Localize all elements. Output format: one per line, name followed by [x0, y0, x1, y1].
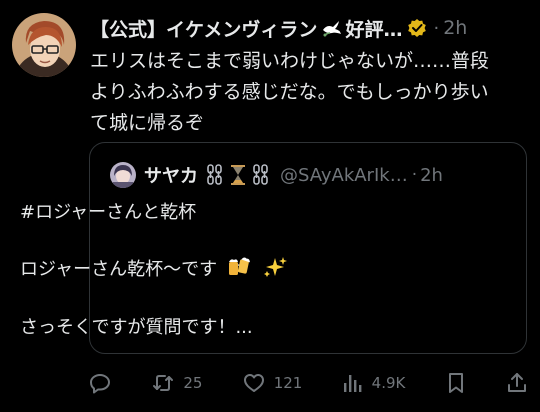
share-icon	[508, 373, 526, 392]
quoted-tweet-line-1: #ロジャーさんと乾杯	[20, 202, 197, 223]
reply-icon	[90, 374, 110, 394]
quoted-name-decorations	[206, 164, 270, 186]
heart-icon	[243, 374, 264, 392]
author-name-suffix[interactable]: 好評…	[345, 15, 402, 42]
views-bar-chart-icon	[343, 375, 362, 392]
reply-button[interactable]	[88, 371, 112, 395]
quoted-tweet-line-2: ロジャーさん乾杯〜です	[20, 255, 287, 281]
quoted-author-name: サヤカ	[144, 166, 198, 187]
tweet: 【公式】イケメンヴィラン 好評… · 2h エリスはそこまで弱いわけじゃないが……	[0, 0, 540, 412]
retweet-button[interactable]: 25	[151, 371, 202, 395]
author-name[interactable]: 【公式】イケメンヴィラン	[90, 15, 317, 42]
bookmark-icon	[448, 373, 463, 393]
sparkles-icon	[263, 257, 287, 277]
tweet-time[interactable]: 2h	[443, 17, 467, 39]
beer-mugs-icon	[228, 257, 250, 275]
dove-icon	[321, 18, 343, 38]
quoted-tweet-time: 2h	[420, 164, 443, 186]
author-avatar[interactable]	[12, 13, 76, 77]
tweet-header: 【公式】イケメンヴィラン 好評… · 2h	[90, 14, 467, 42]
action-bar: 25 121 4.9K	[88, 368, 528, 398]
retweet-count: 25	[183, 374, 203, 392]
quoted-tweet-line-2-text: ロジャーさん乾杯〜です	[20, 259, 218, 280]
quoted-tweet-line-3: さっそくですが質問です！...	[20, 317, 253, 338]
bookmark-button[interactable]	[445, 371, 467, 395]
quoted-author-handle: @SAyAkArIk…	[280, 164, 408, 186]
quoted-tweet-header: サヤカ @SAyAkArIk… · 2h	[110, 160, 443, 190]
views-button[interactable]: 4.9K	[342, 371, 406, 395]
hourglass-icon	[231, 165, 245, 185]
chain-icon	[253, 164, 268, 185]
quoted-separator-dot: ·	[411, 165, 418, 185]
share-button[interactable]	[506, 371, 528, 395]
like-count: 121	[273, 374, 303, 392]
chain-icon	[207, 164, 222, 185]
verified-badge-icon	[407, 18, 427, 38]
quoted-author-avatar	[110, 162, 136, 188]
view-count: 4.9K	[371, 374, 406, 392]
like-button[interactable]: 121	[242, 371, 303, 395]
tweet-text: エリスはそこまで弱いわけじゃないが……普段 よりふわふわする感じだな。でもしっか…	[90, 50, 490, 134]
separator-dot: ·	[433, 17, 440, 39]
retweet-icon	[153, 375, 174, 391]
